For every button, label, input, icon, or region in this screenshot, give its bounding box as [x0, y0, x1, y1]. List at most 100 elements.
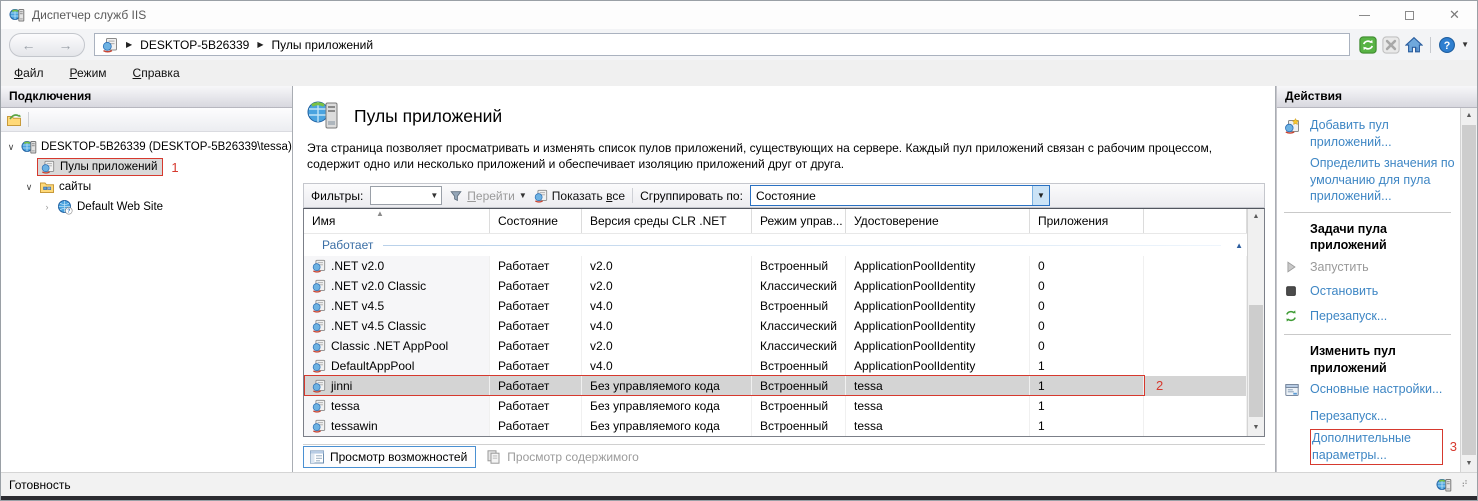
pool-clr: Без управляемого кода [582, 376, 752, 396]
action-basic-settings[interactable]: Основные настройки... [1284, 379, 1457, 406]
dropdown-arrow-icon[interactable]: ▼ [1032, 186, 1049, 205]
breadcrumb-page[interactable]: Пулы приложений [271, 38, 373, 52]
action-recycle[interactable]: Перезапуск... [1284, 406, 1457, 428]
show-all-button[interactable]: Показать все [534, 189, 625, 203]
group-header-running[interactable]: Работает ▲ [304, 234, 1247, 256]
table-row[interactable]: Classic .NET AppPool Работает v2.0 Класс… [304, 336, 1247, 356]
back-button[interactable]: ← [22, 37, 36, 53]
menu-file[interactable]: Файл [14, 66, 44, 80]
action-recycle-top[interactable]: Перезапуск... [1284, 306, 1457, 331]
tab-features-label: Просмотр возможностей [330, 450, 467, 464]
breadcrumb[interactable]: ▶ DESKTOP-5B26339 ▶ Пулы приложений [94, 33, 1350, 56]
go-dropdown-icon[interactable]: ▼ [519, 191, 527, 200]
minimize-button[interactable] [1342, 1, 1387, 29]
recycle-icon [1284, 309, 1298, 323]
refresh-button[interactable] [1359, 36, 1377, 54]
table-row[interactable]: .NET v4.5 Classic Работает v4.0 Классиче… [304, 316, 1247, 336]
column-header-identity[interactable]: Удостоверение [846, 209, 1030, 233]
column-header-clr[interactable]: Версия среды CLR .NET [582, 209, 752, 233]
tab-content-view[interactable]: Просмотр содержимого [481, 447, 646, 467]
pool-apps: 0 [1030, 296, 1144, 316]
maximize-button[interactable] [1387, 1, 1432, 29]
pool-name: .NET v2.0 Classic [331, 279, 426, 293]
table-row[interactable]: .NET v4.5 Работает v4.0 Встроенный Appli… [304, 296, 1247, 316]
add-connection-icon[interactable] [6, 112, 22, 128]
home-button[interactable] [1405, 36, 1423, 54]
group-by-select[interactable]: Состояние ▼ [750, 185, 1050, 206]
scroll-up-icon[interactable]: ▲ [1248, 209, 1264, 225]
pool-identity: tessa [846, 416, 1030, 436]
pool-identity: ApplicationPoolIdentity [846, 296, 1030, 316]
table-row[interactable]: tessa Работает Без управляемого кода Вст… [304, 396, 1247, 416]
table-row-selected-jinni[interactable]: jinni Работает Без управляемого кода Вст… [304, 376, 1247, 396]
menu-help[interactable]: Справка [133, 66, 180, 80]
collapse-group-icon[interactable]: ▲ [1235, 241, 1243, 250]
stop-button[interactable] [1382, 36, 1400, 54]
server-icon [21, 139, 37, 155]
action-add-pool-label: Добавить пул приложений... [1310, 117, 1457, 150]
scroll-up-icon[interactable]: ▲ [1461, 108, 1477, 124]
pool-clr: v4.0 [582, 316, 752, 336]
scroll-down-icon[interactable]: ▼ [1248, 420, 1264, 436]
filter-input[interactable]: ▼ [370, 186, 442, 205]
help-dropdown-icon[interactable]: ▼ [1461, 40, 1469, 49]
action-advanced-settings[interactable]: Дополнительные параметры... 3 [1284, 427, 1457, 468]
breadcrumb-server[interactable]: DESKTOP-5B26339 [140, 38, 249, 52]
tree-node-server[interactable]: ∨ DESKTOP-5B26339 (DESKTOP-5B26339\tessa… [1, 137, 292, 157]
menu-view[interactable]: Режим [70, 66, 107, 80]
column-header-pipeline[interactable]: Режим управ... [752, 209, 846, 233]
chevron-right-icon[interactable]: › [41, 202, 53, 212]
group-label: Работает [322, 238, 373, 252]
tab-features-view[interactable]: Просмотр возможностей [303, 446, 476, 468]
actions-scrollbar[interactable]: ▲ ▼ [1460, 108, 1477, 472]
title-bar: Диспетчер служб IIS ✕ [1, 1, 1477, 29]
tree-node-sites[interactable]: ∨ сайты [1, 177, 292, 197]
forward-button[interactable]: → [59, 37, 73, 53]
pool-apps: 0 [1030, 256, 1144, 276]
pool-pipeline: Встроенный [752, 356, 846, 376]
breadcrumb-arrow-icon: ▶ [126, 40, 132, 49]
table-row[interactable]: .NET v2.0 Classic Работает v2.0 Классиче… [304, 276, 1247, 296]
tasks-heading-label: Задачи пула приложений [1310, 221, 1457, 254]
annotation-number-3: 3 [1450, 438, 1457, 455]
column-header-state[interactable]: Состояние [490, 209, 582, 233]
action-set-defaults[interactable]: Определить значения по умолчанию для пул… [1284, 153, 1457, 208]
scrollbar-thumb[interactable] [1249, 305, 1263, 417]
chevron-down-icon[interactable]: ∨ [5, 142, 17, 153]
group-by-label: Сгруппировать по: [640, 189, 743, 203]
action-start[interactable]: Запустить [1284, 257, 1457, 282]
help-button[interactable] [1438, 36, 1456, 54]
resize-grip[interactable]: ⠞ [1461, 479, 1469, 490]
action-add-pool[interactable]: Добавить пул приложений... [1284, 115, 1457, 153]
tab-content-label: Просмотр содержимого [507, 450, 638, 464]
add-pool-icon [1284, 118, 1300, 134]
tree-node-app-pools[interactable]: Пулы приложений 1 [1, 157, 292, 177]
column-header-name[interactable]: Имя [304, 209, 490, 233]
server-node-label: DESKTOP-5B26339 (DESKTOP-5B26339\tessa) [41, 141, 292, 153]
column-header-apps[interactable]: Приложения [1030, 209, 1144, 233]
edit-heading-label: Изменить пул приложений [1310, 343, 1457, 376]
go-button[interactable]: Перейти ▼ [449, 189, 526, 203]
page-description: Эта страница позволяет просматривать и и… [303, 135, 1265, 183]
scroll-down-icon[interactable]: ▼ [1461, 456, 1477, 472]
pool-clr: v4.0 [582, 296, 752, 316]
tree-node-default-site[interactable]: › Default Web Site [1, 197, 292, 217]
table-row[interactable]: .NET v2.0 Работает v2.0 Встроенный Appli… [304, 256, 1247, 276]
app-pools-selected[interactable]: Пулы приложений [37, 158, 163, 176]
annotation-number-2: 2 [1156, 378, 1163, 393]
scrollbar-thumb[interactable] [1462, 125, 1476, 455]
action-stop[interactable]: Остановить [1284, 281, 1457, 306]
table-row[interactable]: tessawin Работает Без управляемого кода … [304, 416, 1247, 436]
status-bar: Готовность ⠞ [1, 472, 1477, 496]
pool-apps: 1 [1030, 356, 1144, 376]
chevron-down-icon[interactable]: ∨ [23, 182, 35, 193]
window-title: Диспетчер служб IIS [32, 8, 146, 22]
page-header: Пулы приложений [303, 86, 1265, 135]
app-pool-icon [312, 419, 326, 433]
pool-clr: v2.0 [582, 336, 752, 356]
table-row[interactable]: DefaultAppPool Работает v4.0 Встроенный … [304, 356, 1247, 376]
breadcrumb-arrow-icon: ▶ [257, 40, 263, 49]
close-button[interactable]: ✕ [1432, 1, 1477, 29]
actions-edit-heading: Изменить пул приложений [1284, 338, 1457, 379]
table-scrollbar[interactable]: ▲ ▼ [1247, 209, 1264, 436]
